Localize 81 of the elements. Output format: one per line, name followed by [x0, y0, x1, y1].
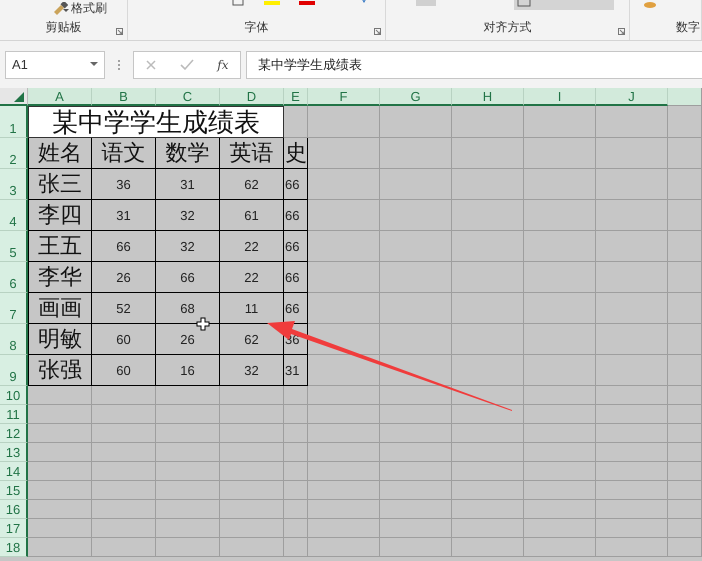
column-header[interactable]: D	[220, 88, 284, 106]
table-cell: 王五	[28, 231, 92, 262]
column-heading-cell: 姓名	[28, 138, 92, 169]
table-cell: 66	[284, 231, 308, 262]
row-header[interactable]: 8	[0, 324, 28, 355]
format-painter-button[interactable]: 格式刷	[52, 0, 107, 17]
table-cell: 画画	[28, 293, 92, 324]
caret-icon[interactable]	[62, 8, 70, 13]
drag-handle-icon[interactable]	[117, 58, 121, 70]
dialog-launcher-icon[interactable]	[374, 28, 381, 35]
column-header[interactable]: I	[524, 88, 596, 106]
column-header[interactable]: G	[380, 88, 452, 106]
column-header[interactable]: J	[596, 88, 668, 106]
table-cell: 32	[156, 231, 220, 262]
row-header[interactable]: 17	[0, 519, 28, 538]
table-cell: 26	[92, 262, 156, 293]
group-label: 对齐方式	[484, 19, 532, 36]
insert-function-button[interactable]: fx	[217, 58, 229, 72]
table-cell: 66	[284, 200, 308, 231]
column-header[interactable]: A	[28, 88, 92, 106]
table-cell: 张三	[28, 169, 92, 200]
column-header[interactable]: C	[156, 88, 220, 106]
table-cell: 66	[92, 231, 156, 262]
table-cell: 36	[92, 169, 156, 200]
row-header[interactable]: 12	[0, 424, 28, 443]
row-header[interactable]: 15	[0, 481, 28, 500]
group-label: 数字	[676, 19, 700, 36]
group-label: 剪贴板	[46, 19, 82, 36]
table-cell: 31	[92, 200, 156, 231]
formula-input[interactable]: 某中学学生成绩表	[246, 50, 702, 78]
column-header[interactable]: F	[308, 88, 380, 106]
row-header[interactable]: 11	[0, 405, 28, 424]
column-heading-cell: 英语	[220, 138, 284, 169]
row-header[interactable]: 13	[0, 443, 28, 462]
table-cell: 22	[220, 231, 284, 262]
table-cell: 61	[220, 200, 284, 231]
table-cell: 明敏	[28, 324, 92, 355]
group-label: 字体	[244, 19, 268, 36]
row-header[interactable]: 16	[0, 500, 28, 519]
table-cell: 60	[92, 324, 156, 355]
row-header[interactable]: 10	[0, 386, 28, 405]
row-header[interactable]: 2	[0, 138, 28, 169]
brush-icon	[52, 2, 68, 16]
row-header[interactable]: 7	[0, 293, 28, 324]
table-cell: 张强	[28, 355, 92, 386]
currency-icon[interactable]	[642, 0, 658, 10]
column-header[interactable]: E	[284, 88, 308, 106]
table-cell: 66	[284, 262, 308, 293]
table-cell: 李华	[28, 262, 92, 293]
dialog-launcher-icon[interactable]	[116, 28, 123, 35]
row-header[interactable]: 14	[0, 462, 28, 481]
title-cell: 某中学学生成绩表	[28, 106, 284, 138]
row-header[interactable]: 3	[0, 169, 28, 200]
row-header[interactable]: 6	[0, 262, 28, 293]
row-header[interactable]: 5	[0, 231, 28, 262]
table-cell: 32	[220, 355, 284, 386]
select-all-icon[interactable]	[14, 92, 24, 102]
table-cell: 31	[156, 169, 220, 200]
row-header[interactable]: 9	[0, 355, 28, 386]
column-heading-cell: 史	[284, 138, 308, 169]
dialog-launcher-icon[interactable]	[618, 28, 625, 35]
table-cell: 62	[220, 169, 284, 200]
table-cell: 李四	[28, 200, 92, 231]
column-header[interactable]: B	[92, 88, 156, 106]
table-cell: 32	[156, 200, 220, 231]
column-header[interactable]: H	[452, 88, 524, 106]
table-cell: 31	[284, 355, 308, 386]
table-cell: 60	[92, 355, 156, 386]
table-cell: 52	[92, 293, 156, 324]
cursor-icon	[196, 318, 210, 330]
table-cell: 66	[156, 262, 220, 293]
row-header[interactable]: 18	[0, 538, 28, 557]
column-heading-cell: 数学	[156, 138, 220, 169]
table-cell: 66	[284, 169, 308, 200]
row-header[interactable]: 4	[0, 200, 28, 231]
column-heading-cell: 语文	[92, 138, 156, 169]
name-box[interactable]: A1	[5, 50, 105, 78]
check-icon[interactable]	[180, 58, 194, 70]
table-cell: 22	[220, 262, 284, 293]
row-header[interactable]: 1	[0, 106, 28, 138]
table-cell: 16	[156, 355, 220, 386]
